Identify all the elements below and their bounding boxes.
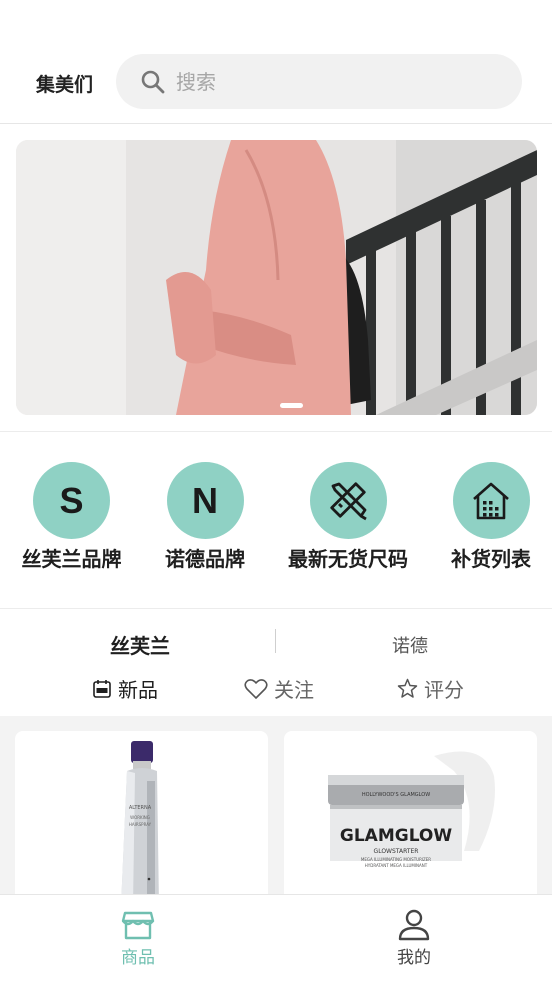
app-screen: 集美们 搜索 S 丝芙兰品牌 N 诺德品牌 最新无货尺码 补货列表 丝芙兰 诺德… [0, 0, 552, 981]
product-card[interactable]: ALTERNA WORKING HAIRSPRAY [15, 731, 268, 906]
entry-sephora-brand[interactable]: S 丝芙兰品牌 [18, 462, 125, 572]
divider [0, 608, 552, 609]
nav-label-products: 商品 [121, 948, 155, 968]
sort-new-button[interactable]: 新品 [92, 674, 158, 703]
shop-icon [121, 911, 155, 940]
svg-text:HAIRSPRAY: HAIRSPRAY [129, 822, 152, 827]
star-icon [397, 678, 418, 698]
svg-text:HOLLYWOOD'S GLAMGLOW: HOLLYWOOD'S GLAMGLOW [362, 792, 430, 798]
product-image-glamglow: HOLLYWOOD'S GLAMGLOW GLAMGLOW GLOWSTARTE… [328, 751, 495, 868]
sort-follow-button[interactable]: 关注 [244, 674, 314, 703]
svg-text:MEGA ILLUMINATING MOISTURIZER: MEGA ILLUMINATING MOISTURIZER [361, 857, 431, 862]
svg-text:HYDRATANT MEGA ILLUMINANT: HYDRATANT MEGA ILLUMINANT [365, 863, 428, 868]
sort-follow-label: 关注 [274, 678, 314, 702]
nav-label-me: 我的 [397, 948, 431, 968]
bottom-navigation: 商品 我的 [0, 894, 552, 981]
letter-s-icon: S [33, 462, 110, 539]
svg-text:ALTERNA: ALTERNA [129, 805, 152, 811]
house-grid-icon [452, 462, 530, 539]
svg-text:WORKING: WORKING [130, 815, 150, 820]
search-icon [141, 70, 165, 94]
nav-tab-me[interactable]: 我的 [384, 909, 444, 968]
carousel-indicator [280, 403, 303, 408]
new-calendar-icon [93, 679, 111, 698]
product-grid: ALTERNA WORKING HAIRSPRAY HOLLYWOOD'S GL… [0, 716, 552, 906]
entry-label: 补货列表 [451, 547, 531, 571]
ruler-pencil-icon [309, 462, 387, 539]
search-input[interactable] [176, 64, 496, 100]
product-card[interactable]: HOLLYWOOD'S GLAMGLOW GLAMGLOW GLOWSTARTE… [284, 731, 537, 906]
banner-image [16, 140, 537, 415]
glamglow-brand-text: GLAMGLOW [340, 826, 452, 846]
search-bar[interactable] [116, 54, 522, 109]
entry-label: 最新无货尺码 [288, 547, 408, 571]
sort-rating-button[interactable]: 评分 [397, 674, 464, 703]
nav-tab-products[interactable]: 商品 [108, 909, 168, 968]
tab-divider [275, 629, 276, 653]
product-image-hairspray: ALTERNA WORKING HAIRSPRAY [121, 741, 159, 906]
tab-nordstrom[interactable]: 诺德 [392, 632, 428, 658]
user-icon [398, 909, 430, 941]
entry-label: 丝芙兰品牌 [21, 547, 122, 571]
divider [0, 431, 552, 432]
heart-icon [244, 678, 268, 699]
brand-title: 集美们 [36, 74, 94, 96]
letter-n-icon: N [166, 462, 244, 539]
sort-new-label: 新品 [118, 678, 158, 702]
top-header: 集美们 [0, 0, 552, 124]
tab-sephora[interactable]: 丝芙兰 [110, 630, 170, 659]
entry-restock-list[interactable]: 补货列表 [448, 462, 534, 572]
glamglow-sub-text: GLOWSTARTER [374, 848, 419, 855]
entry-out-of-stock-sizes[interactable]: 最新无货尺码 [284, 462, 412, 572]
sort-rating-label: 评分 [424, 678, 464, 702]
entry-nordstrom-brand[interactable]: N 诺德品牌 [162, 462, 248, 572]
entry-label: 诺德品牌 [165, 547, 245, 571]
banner-carousel[interactable] [16, 140, 537, 415]
